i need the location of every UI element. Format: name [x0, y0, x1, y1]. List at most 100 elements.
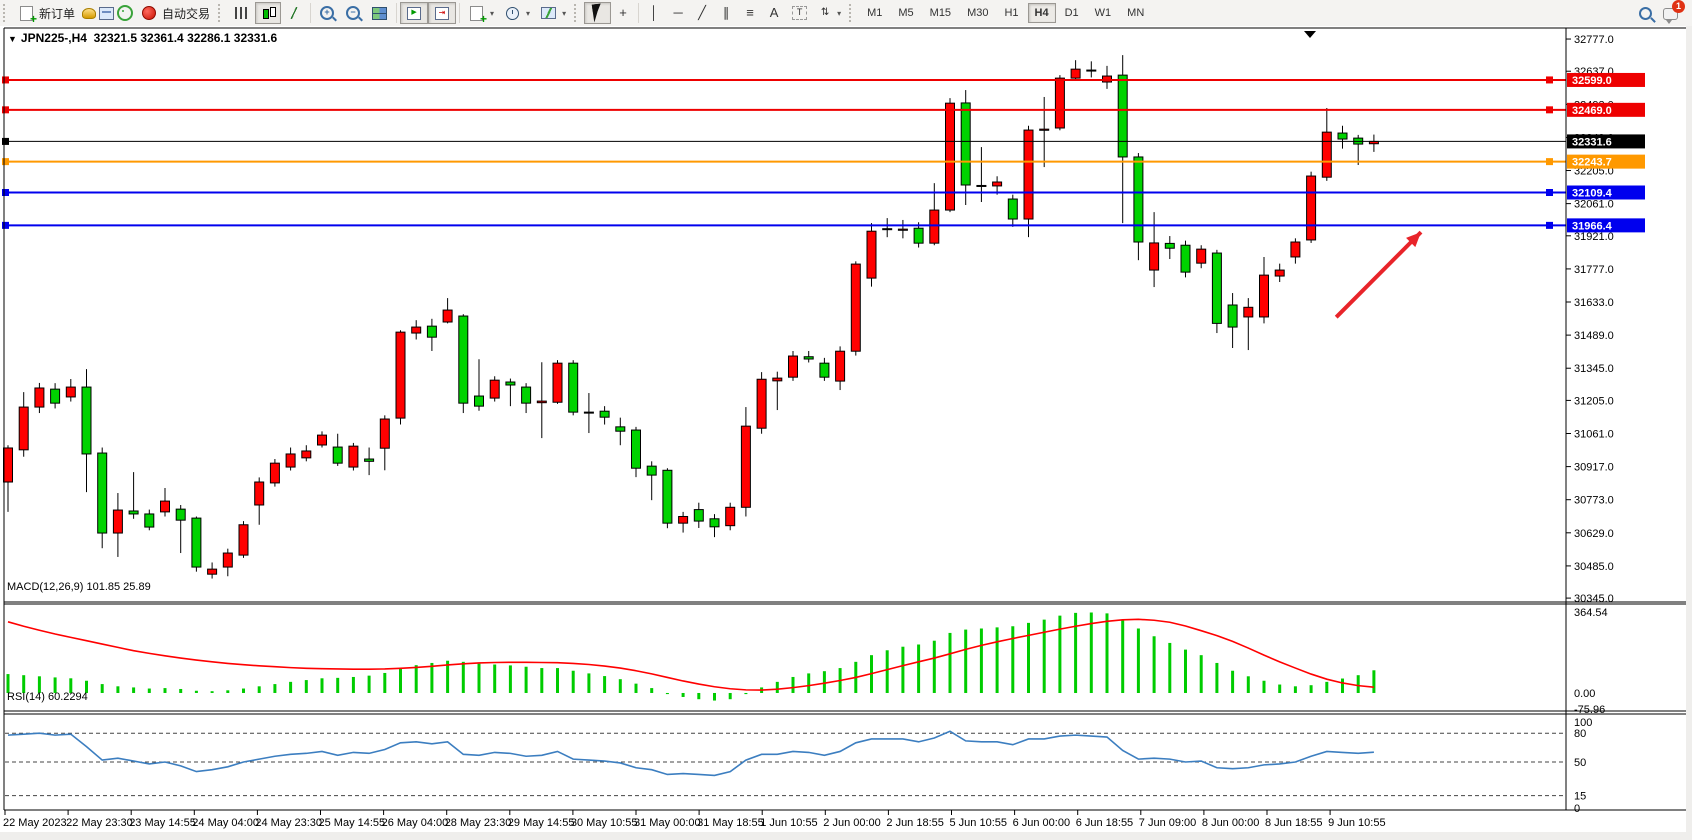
horizontal-line-icon: ─ [671, 5, 685, 21]
line-handle[interactable] [1546, 106, 1553, 113]
y-tick-label: 32061.0 [1574, 199, 1614, 211]
text-label-button[interactable]: T [786, 2, 813, 24]
svg-text:32469.0: 32469.0 [1572, 105, 1612, 117]
candle [1150, 212, 1159, 287]
timeframe-button-m15[interactable]: M15 [923, 3, 958, 23]
line-handle[interactable] [2, 222, 9, 229]
indicators-button[interactable]: ▾ [463, 2, 499, 24]
macd-pane: 364.540.00-75.96 [8, 607, 1608, 716]
chart-canvas[interactable]: 32777.032637.032493.032349.032205.032061… [0, 26, 1692, 840]
candle [632, 427, 641, 477]
new-order-button[interactable]: 新订单 [13, 2, 80, 24]
candle [663, 468, 672, 528]
crosshair-button[interactable]: + [611, 2, 635, 24]
line-handle[interactable] [1546, 189, 1553, 196]
candle [1212, 250, 1221, 333]
rsi-scale-label: 50 [1574, 757, 1586, 769]
timeframe-button-h4[interactable]: H4 [1028, 3, 1056, 23]
y-tick-label: 30345.0 [1574, 593, 1614, 605]
candle [522, 383, 531, 413]
line-handle[interactable] [2, 76, 9, 83]
chart-menu-caret-icon[interactable]: ▼ [8, 34, 17, 44]
timeframe-button-mn[interactable]: MN [1120, 3, 1151, 23]
line-handle[interactable] [2, 138, 9, 145]
rsi-scale-label: 100 [1574, 717, 1592, 729]
timeframe-button-h1[interactable]: H1 [997, 3, 1025, 23]
periods-button[interactable]: ▾ [499, 2, 535, 24]
candle [145, 510, 154, 531]
horizontal-line-button[interactable]: ─ [666, 2, 690, 24]
templates-button[interactable]: ▾ [535, 2, 571, 24]
rsi-pane: 1008050150 [5, 717, 1592, 815]
bar-chart-button[interactable] [228, 2, 255, 24]
x-tick-label: 28 May 23:30 [445, 817, 512, 829]
zoom-out-icon: − [346, 6, 360, 20]
auto-scroll-button[interactable]: ▶ [400, 2, 428, 24]
price-tag: 31966.4 [1567, 218, 1645, 232]
svg-text:32243.7: 32243.7 [1572, 157, 1612, 169]
toolbar-grip[interactable] [3, 4, 10, 22]
fibonacci-button[interactable]: ≡ [738, 2, 762, 24]
cursor-button[interactable] [584, 2, 611, 24]
timeframe-button-m5[interactable]: M5 [891, 3, 920, 23]
chart-window-icon[interactable] [99, 7, 114, 20]
x-tick-label: 29 May 14:55 [508, 817, 575, 829]
candlestick-chart-button[interactable] [255, 2, 281, 24]
price-axis[interactable]: 32777.032637.032493.032349.032205.032061… [1566, 34, 1614, 605]
toolbar-grip[interactable] [849, 4, 856, 22]
candle [412, 320, 421, 339]
chevron-down-icon: ▾ [562, 9, 566, 18]
autotrading-button[interactable]: 自动交易 [135, 2, 215, 24]
signals-icon[interactable] [117, 5, 133, 21]
chart-shift-icon: ⇥ [435, 7, 449, 20]
zoom-in-button[interactable]: + [314, 2, 340, 24]
gold-icon[interactable] [82, 8, 96, 19]
candle [4, 445, 13, 512]
svg-text:32109.4: 32109.4 [1572, 187, 1613, 199]
candle [1008, 195, 1017, 227]
toolbar-grip[interactable] [574, 4, 581, 22]
trendline-button[interactable]: ╱ [690, 2, 714, 24]
line-handle[interactable] [1546, 76, 1553, 83]
candle [961, 90, 970, 205]
timeframe-button-d1[interactable]: D1 [1058, 3, 1086, 23]
candle [255, 477, 264, 524]
zoom-out-button[interactable]: − [340, 2, 366, 24]
timeframe-button-m30[interactable]: M30 [960, 3, 995, 23]
line-handle[interactable] [2, 158, 9, 165]
candle [710, 514, 719, 537]
candle [396, 330, 405, 424]
candle [427, 319, 436, 351]
y-tick-label: 30485.0 [1574, 561, 1614, 573]
arrows-button[interactable]: ⇅▾ [813, 2, 846, 24]
tile-windows-button[interactable] [366, 2, 393, 24]
y-tick-label: 30917.0 [1574, 462, 1614, 474]
channel-button[interactable]: ∥ [714, 2, 738, 24]
timeframe-button-w1[interactable]: W1 [1088, 3, 1119, 23]
line-handle[interactable] [2, 189, 9, 196]
chart-area[interactable]: ▼JPN225-,H4 32321.5 32361.4 32286.1 3233… [0, 26, 1692, 840]
line-chart-button[interactable] [281, 2, 307, 24]
x-tick-label: 30 May 10:55 [571, 817, 638, 829]
chart-shift-button[interactable]: ⇥ [428, 2, 456, 24]
line-handle[interactable] [1546, 158, 1553, 165]
timeframe-button-m1[interactable]: M1 [860, 3, 889, 23]
chart-shift-marker-icon[interactable] [1304, 31, 1316, 38]
search-icon[interactable] [1639, 7, 1652, 20]
candle [365, 448, 374, 476]
y-tick-label: 31205.0 [1574, 395, 1614, 407]
candle [553, 360, 562, 404]
notifications-button[interactable]: 1 [1662, 5, 1678, 21]
candles-series [4, 55, 1379, 578]
candle [1307, 172, 1316, 243]
time-axis[interactable]: 22 May 202322 May 23:3023 May 14:5524 Ma… [3, 810, 1386, 829]
line-handle[interactable] [1546, 222, 1553, 229]
line-handle[interactable] [2, 106, 9, 113]
candle [726, 503, 735, 531]
text-button[interactable]: A [762, 2, 786, 24]
toolbar-grip[interactable] [218, 4, 225, 22]
vertical-line-button[interactable]: │ [642, 2, 666, 24]
trend-arrow-annotation[interactable] [1336, 232, 1421, 317]
x-tick-label: 2 Jun 18:55 [886, 817, 944, 829]
x-tick-label: 9 Jun 10:55 [1328, 817, 1386, 829]
